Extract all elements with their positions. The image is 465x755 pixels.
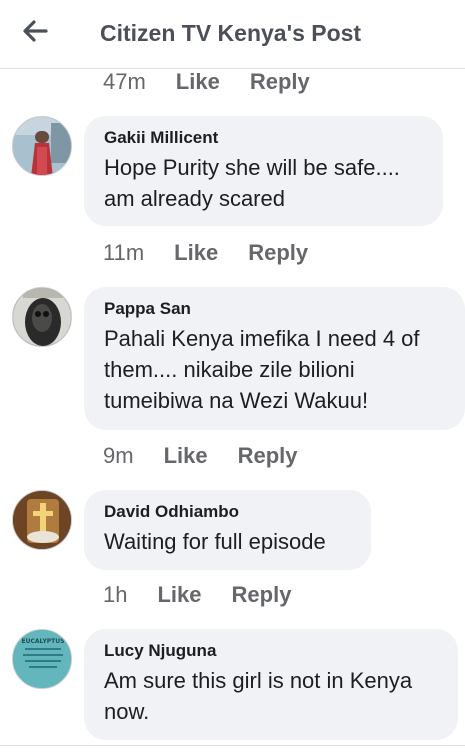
comment-author[interactable]: Lucy Njuguna — [104, 641, 438, 661]
comment-timestamp: 11m — [103, 240, 145, 265]
comment-actions: 47m Like Reply — [103, 69, 310, 95]
comment-author[interactable]: Pappa San — [104, 299, 445, 319]
comment-actions: 11m Like Reply — [103, 240, 308, 266]
comment-timestamp: 47m — [103, 69, 146, 94]
avatar-photo-icon: EUCALYPTUS — [13, 630, 71, 688]
avatar[interactable]: EUCALYPTUS — [12, 629, 72, 689]
back-button[interactable] — [18, 16, 52, 46]
avatar[interactable] — [12, 490, 72, 550]
reply-button[interactable]: Reply — [238, 443, 298, 469]
avatar[interactable] — [12, 116, 72, 176]
comment-actions: 9m Like Reply — [103, 443, 298, 469]
top-bar: Citizen TV Kenya's Post — [0, 0, 465, 69]
like-button[interactable]: Like — [174, 240, 218, 266]
comment-text: Waiting for full episode — [104, 529, 326, 554]
like-button[interactable]: Like — [157, 582, 201, 608]
comment-bubble: Gakii Millicent Hope Purity she will be … — [84, 116, 443, 226]
comment-author[interactable]: David Odhiambo — [104, 502, 351, 522]
avatar-photo-icon — [13, 491, 71, 549]
comment-bubble: Pappa San Pahali Kenya imefika I need 4 … — [84, 287, 465, 430]
comment-text: Pahali Kenya imefika I need 4 of them...… — [104, 326, 420, 413]
avatar-caption: EUCALYPTUS — [22, 638, 65, 645]
like-button[interactable]: Like — [164, 443, 208, 469]
page-title: Citizen TV Kenya's Post — [100, 20, 362, 46]
avatar-photo-icon — [13, 117, 71, 175]
comment-actions: 1h Like Reply — [103, 582, 291, 608]
reply-button[interactable]: Reply — [232, 582, 292, 608]
comment-text: Hope Purity she will be safe.... am alre… — [104, 155, 400, 211]
back-arrow-icon — [23, 20, 48, 42]
reply-button[interactable]: Reply — [250, 69, 310, 95]
comment-bubble: David Odhiambo Waiting for full episode — [84, 490, 371, 570]
comment-timestamp: 1h — [103, 582, 128, 607]
avatar[interactable] — [12, 287, 72, 347]
comment-text: Am sure this girl is not in Kenya now. — [104, 668, 413, 724]
comment-bubble: Lucy Njuguna Am sure this girl is not in… — [84, 629, 458, 740]
avatar-photo-icon — [13, 288, 71, 346]
like-button[interactable]: Like — [176, 69, 220, 95]
comment-timestamp: 9m — [103, 443, 134, 468]
comment-author[interactable]: Gakii Millicent — [104, 128, 423, 148]
reply-button[interactable]: Reply — [248, 240, 308, 266]
